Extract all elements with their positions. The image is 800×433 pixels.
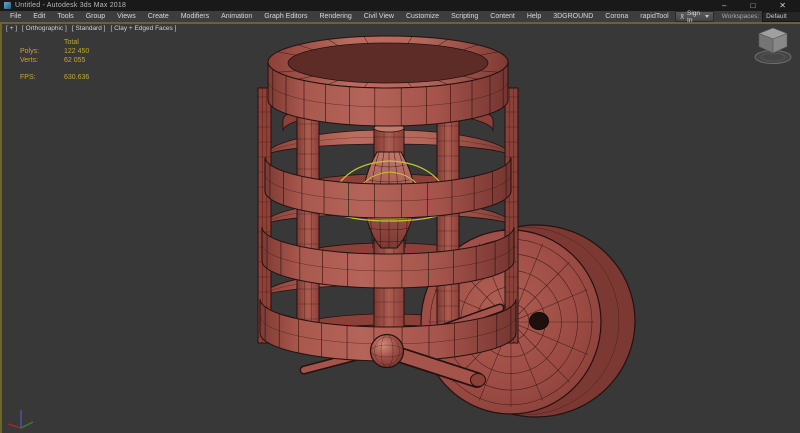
- window-title: Untitled - Autodesk 3ds Max 2018: [15, 2, 127, 9]
- menu-item[interactable]: File: [4, 11, 27, 22]
- menu-item[interactable]: Modifiers: [175, 11, 215, 22]
- menu-item[interactable]: Scripting: [445, 11, 484, 22]
- title-bar: Untitled - Autodesk 3ds Max 2018 – □ ✕: [0, 0, 800, 11]
- stats-header-row: Total: [64, 39, 79, 46]
- sign-in-button[interactable]: Sign In: [674, 9, 714, 24]
- menu-item[interactable]: 3DGROUND: [547, 11, 599, 22]
- menu-item[interactable]: Rendering: [313, 11, 357, 22]
- sign-in-label: Sign In: [687, 9, 701, 24]
- user-icon: [679, 14, 684, 19]
- app-window: Untitled - Autodesk 3ds Max 2018 – □ ✕ F…: [0, 0, 800, 433]
- viewport-canvas[interactable]: [2, 24, 800, 433]
- view-cube[interactable]: [754, 27, 792, 64]
- menu-item[interactable]: Corona: [599, 11, 634, 22]
- stats-polys-row: Polys: 122 450: [20, 48, 90, 55]
- main-menu: File Edit Tools Group Views Create Modif…: [4, 11, 675, 22]
- world-axis-tripod: [7, 410, 34, 429]
- menu-item[interactable]: Animation: [215, 11, 258, 22]
- viewport[interactable]: [ + ] [ Orthographic ] [ Standard ] [ Cl…: [0, 24, 800, 433]
- menu-bar: File Edit Tools Group Views Create Modif…: [0, 9, 800, 24]
- menu-item[interactable]: Help: [521, 11, 547, 22]
- chevron-down-icon: [704, 15, 709, 18]
- stats-fps-row: FPS: 630.636: [20, 74, 90, 81]
- viewport-menu-pov[interactable]: [ Orthographic ]: [22, 25, 67, 32]
- workspaces-control: Workspaces: Default: [722, 11, 800, 22]
- menu-item[interactable]: Tools: [51, 11, 79, 22]
- viewport-menu-renderer[interactable]: [ Standard ]: [72, 25, 106, 32]
- menu-item[interactable]: rapidTool: [634, 11, 674, 22]
- menu-item[interactable]: Civil View: [358, 11, 400, 22]
- workspaces-value: Default: [766, 13, 787, 20]
- viewport-menu-shading[interactable]: [ Clay + Edged Faces ]: [110, 25, 176, 32]
- window-controls: – □ ✕: [722, 0, 796, 11]
- menu-item[interactable]: Edit: [27, 11, 51, 22]
- viewport-statistics: Total Polys: 122 450 Verts: 62 055 FPS: 630…: [20, 38, 89, 82]
- menu-item[interactable]: Customize: [400, 11, 445, 22]
- minimize-button[interactable]: –: [722, 0, 726, 11]
- 3ds-max-logo-icon: [4, 2, 11, 9]
- viewport-menu-general[interactable]: [ + ]: [6, 25, 17, 32]
- menu-item[interactable]: Content: [484, 11, 521, 22]
- maximize-button[interactable]: □: [750, 0, 755, 11]
- close-button[interactable]: ✕: [779, 0, 786, 11]
- menu-item[interactable]: Views: [111, 11, 142, 22]
- stats-verts-row: Verts: 62 055: [20, 57, 86, 64]
- menu-item[interactable]: Create: [142, 11, 175, 22]
- viewport-label: [ + ] [ Orthographic ] [ Standard ] [ Cl…: [6, 25, 176, 32]
- workspaces-dropdown[interactable]: Default: [762, 11, 800, 22]
- menu-item[interactable]: Graph Editors: [258, 11, 313, 22]
- workspaces-label: Workspaces:: [721, 13, 760, 20]
- menu-item[interactable]: Group: [80, 11, 111, 22]
